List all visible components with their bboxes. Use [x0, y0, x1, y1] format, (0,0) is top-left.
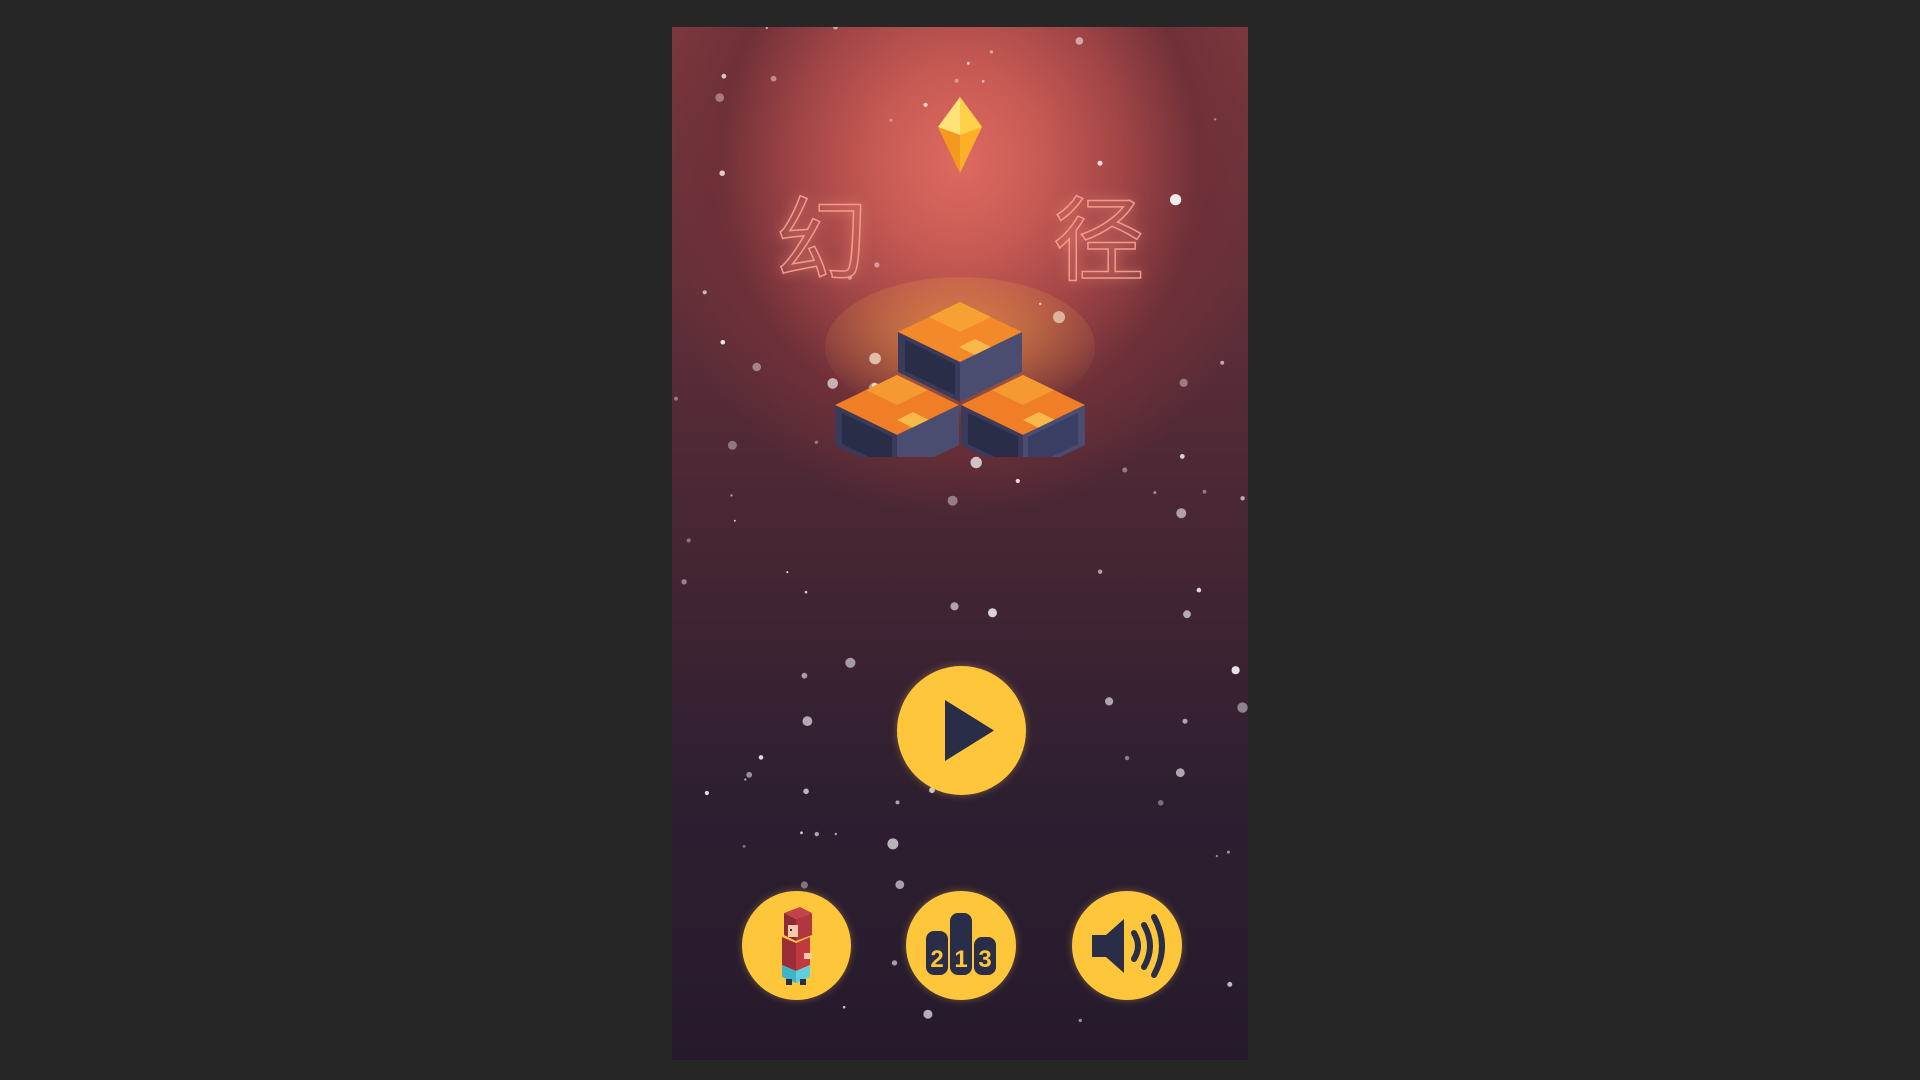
play-icon — [945, 700, 994, 761]
snow-particle — [800, 881, 808, 889]
snow-particle — [923, 1009, 933, 1019]
snow-particle — [834, 832, 837, 836]
snow-particle — [721, 73, 727, 79]
snow-particle — [947, 495, 958, 506]
podium-second-digit: 2 — [930, 946, 943, 973]
snow-particle — [1175, 768, 1185, 778]
snow-particle — [803, 788, 809, 795]
snow-particle — [954, 78, 959, 83]
snow-particle — [842, 1005, 846, 1009]
snow-particle — [1176, 508, 1187, 519]
snow-particle — [981, 80, 985, 83]
leaderboard-button[interactable]: 2 1 3 — [906, 891, 1016, 1000]
snow-particle — [1179, 454, 1185, 459]
snow-particle — [1097, 569, 1103, 574]
leaderboard-podium-icon: 2 1 3 — [926, 913, 996, 975]
snow-particle — [988, 608, 997, 618]
snow-particle — [704, 790, 709, 796]
snow-particle — [1231, 666, 1240, 675]
snow-particle — [1240, 496, 1245, 501]
snow-particle — [895, 880, 905, 889]
snow-particle — [1078, 1018, 1082, 1023]
snow-particle — [770, 75, 777, 82]
snow-particle — [752, 362, 761, 372]
snow-particle — [715, 93, 724, 102]
snow-particle — [802, 716, 813, 726]
snow-particle — [891, 960, 898, 966]
snow-particle — [1124, 755, 1130, 761]
snow-particle — [814, 440, 819, 444]
snow-particle — [746, 771, 753, 778]
snow-particle — [727, 440, 737, 450]
snow-particle — [744, 778, 747, 781]
snow-particle — [686, 538, 691, 543]
snow-particle — [1182, 718, 1188, 724]
snow-particle — [989, 50, 994, 54]
podium-first-digit: 1 — [954, 946, 967, 973]
crystal-gem-icon — [938, 97, 982, 173]
snow-particle — [895, 800, 900, 805]
sound-toggle-button[interactable] — [1072, 891, 1182, 1000]
snow-particle — [970, 456, 982, 469]
snow-particle — [681, 579, 687, 585]
snow-particle — [950, 602, 959, 611]
snow-particle — [833, 27, 838, 30]
snow-particle — [1153, 491, 1157, 495]
snow-particle — [1196, 587, 1202, 593]
play-button[interactable] — [897, 666, 1026, 795]
snow-particle — [1097, 160, 1103, 166]
snow-particle — [1226, 850, 1230, 854]
snow-particle — [758, 755, 764, 760]
isometric-blocks-logo — [825, 277, 1095, 457]
snow-particle — [1183, 610, 1191, 619]
snow-particle — [814, 831, 819, 837]
snow-particle — [801, 672, 808, 679]
snow-particle — [733, 519, 736, 522]
snow-particle — [1105, 697, 1114, 706]
snow-particle — [889, 118, 893, 122]
snow-particle — [786, 571, 789, 574]
snow-particle — [923, 102, 928, 107]
snow-particle — [1220, 360, 1225, 365]
snow-particle — [1075, 37, 1084, 45]
snow-particle — [765, 27, 768, 30]
snow-particle — [1157, 800, 1164, 806]
snow-particle — [800, 831, 803, 835]
snow-particle — [966, 61, 970, 65]
speaker-icon — [1092, 914, 1165, 978]
game-screen: 幻 径 2 1 3 — [672, 27, 1248, 1060]
snow-particle — [845, 657, 856, 668]
snow-particle — [1179, 378, 1188, 387]
snow-particle — [1214, 118, 1217, 121]
snow-particle — [730, 494, 733, 497]
snow-particle — [1015, 478, 1020, 484]
character-select-button[interactable] — [742, 891, 851, 1000]
snow-particle — [1215, 854, 1219, 858]
snow-particle — [1202, 489, 1207, 494]
podium-third-digit: 3 — [978, 946, 991, 973]
character-icon — [782, 907, 812, 985]
snow-particle — [887, 838, 899, 850]
snow-particle — [1122, 467, 1128, 473]
snow-particle — [1237, 702, 1248, 713]
snow-particle — [742, 844, 746, 848]
snow-particle — [720, 340, 726, 345]
snow-particle — [804, 590, 808, 594]
snow-particle — [1227, 981, 1233, 987]
snow-particle — [674, 396, 678, 401]
